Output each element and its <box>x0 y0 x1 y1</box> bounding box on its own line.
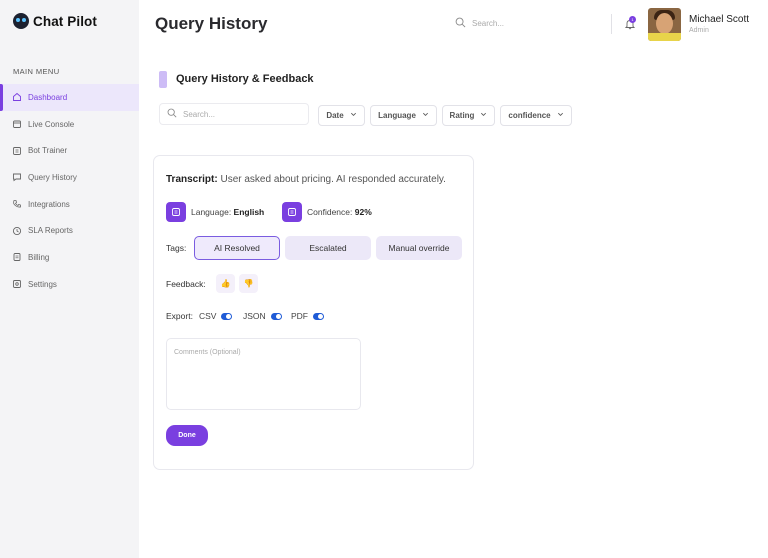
confidence-info: Confidence: 92% <box>307 207 372 217</box>
grid-icon <box>12 146 22 156</box>
menu-title: MAIN MENU <box>13 67 60 76</box>
tag-manual-override[interactable]: Manual override <box>376 236 462 260</box>
sidebar-item-label: Live Console <box>28 119 75 129</box>
sidebar-item-label: SLA Reports <box>28 226 73 236</box>
sidebar-item-label: Settings <box>28 279 57 289</box>
header-search-placeholder: Search... <box>472 19 505 28</box>
settings-icon <box>12 279 22 289</box>
sidebar-item-query-history[interactable]: Query History <box>0 164 139 191</box>
confidence-value: 92% <box>354 207 372 217</box>
export-csv-option[interactable]: CSV <box>199 311 233 321</box>
tag-escalated[interactable]: Escalated <box>285 236 371 260</box>
clock-icon <box>12 226 22 236</box>
chevron-down-icon <box>422 111 429 120</box>
confidence-icon <box>282 202 302 222</box>
transcript-label: Transcript: <box>166 174 218 185</box>
export-pdf-toggle[interactable] <box>313 312 324 320</box>
filter-label: confidence <box>508 111 551 120</box>
sidebar-item-label: Integrations <box>28 199 70 209</box>
document-icon <box>12 252 22 262</box>
filter-label: Date <box>326 111 344 120</box>
sidebar-menu: Dashboard Live Console Bot Trainer Query… <box>0 84 139 298</box>
export-option-label: JSON <box>243 311 266 321</box>
filter-search-placeholder: Search... <box>183 109 216 119</box>
avatar-face <box>656 13 673 34</box>
tag-ai-resolved[interactable]: AI Resolved <box>194 236 280 260</box>
export-json-toggle[interactable] <box>270 312 282 320</box>
sidebar-item-bot-trainer[interactable]: Bot Trainer <box>0 137 139 164</box>
thumbs-up-button[interactable]: 👍 <box>216 274 235 293</box>
transcript-text: User asked about pricing. AI responded a… <box>217 174 446 185</box>
header-search-input[interactable]: Search... <box>455 17 504 30</box>
user-name: Michael Scott <box>689 14 750 25</box>
export-label: Export: <box>166 311 193 321</box>
filter-search-input[interactable]: Search... <box>159 103 309 125</box>
home-icon <box>12 92 22 102</box>
thumbs-down-icon: 👎 <box>243 279 254 288</box>
sidebar-item-label: Bot Trainer <box>28 146 68 156</box>
language-value: English <box>233 207 265 217</box>
notification-badge: 1 <box>629 16 636 23</box>
avatar-shirt <box>648 33 681 41</box>
calendar-icon <box>12 119 22 129</box>
sidebar-item-label: Dashboard <box>28 92 68 102</box>
confidence-label: Confidence: <box>307 207 355 217</box>
transcript: Transcript: User asked about pricing. AI… <box>166 174 446 185</box>
sidebar-item-label: Query History <box>28 172 77 182</box>
export-option-label: PDF <box>291 311 308 321</box>
sidebar-item-sla-reports[interactable]: SLA Reports <box>0 217 139 244</box>
language-icon <box>166 202 186 222</box>
tags-label: Tags: <box>166 243 187 253</box>
chat-icon <box>12 172 22 182</box>
filter-label: Language <box>378 111 416 120</box>
sidebar-item-dashboard[interactable]: Dashboard <box>0 84 139 111</box>
export-pdf-option[interactable]: PDF <box>291 311 324 321</box>
section-title: Query History & Feedback <box>176 73 314 85</box>
chevron-down-icon <box>350 111 357 120</box>
page-title: Query History <box>155 14 268 33</box>
filter-rating-dropdown[interactable]: Rating <box>442 105 495 126</box>
search-icon <box>167 108 177 120</box>
filter-label: Rating <box>449 111 475 120</box>
export-csv-toggle[interactable] <box>221 312 233 320</box>
export-option-label: CSV <box>199 311 217 321</box>
chevron-down-icon <box>480 111 487 120</box>
chevron-down-icon <box>557 111 564 120</box>
app-name: Chat Pilot <box>33 13 97 29</box>
filter-date-dropdown[interactable]: Date <box>318 105 365 126</box>
sidebar-item-billing[interactable]: Billing <box>0 244 139 271</box>
app-logo[interactable]: Chat Pilot <box>13 13 97 29</box>
filter-confidence-dropdown[interactable]: confidence <box>500 105 572 126</box>
thumbs-up-icon: 👍 <box>220 279 231 288</box>
header-divider <box>611 14 612 34</box>
user-role: Admin <box>689 27 709 34</box>
sidebar-item-integrations[interactable]: Integrations <box>0 191 139 218</box>
search-icon <box>455 17 466 30</box>
robot-logo-icon <box>13 13 29 29</box>
sidebar-item-label: Billing <box>28 252 50 262</box>
sidebar-item-settings[interactable]: Settings <box>0 271 139 298</box>
phone-icon <box>12 199 22 209</box>
comments-placeholder: Comments (Optional) <box>174 349 241 356</box>
filter-language-dropdown[interactable]: Language <box>370 105 437 126</box>
sidebar-item-live-console[interactable]: Live Console <box>0 111 139 138</box>
language-label: Language: <box>191 207 234 217</box>
export-json-option[interactable]: JSON <box>243 311 282 321</box>
language-info: Language: English <box>191 207 264 217</box>
sidebar: Chat Pilot MAIN MENU Dashboard Live Cons… <box>0 0 139 558</box>
feedback-label: Feedback: <box>166 279 206 289</box>
thumbs-down-button[interactable]: 👎 <box>239 274 258 293</box>
comments-field[interactable]: Comments (Optional) <box>166 338 361 410</box>
avatar[interactable] <box>648 8 681 41</box>
done-button[interactable]: Done <box>166 425 208 446</box>
section-accent-bar <box>159 71 167 88</box>
